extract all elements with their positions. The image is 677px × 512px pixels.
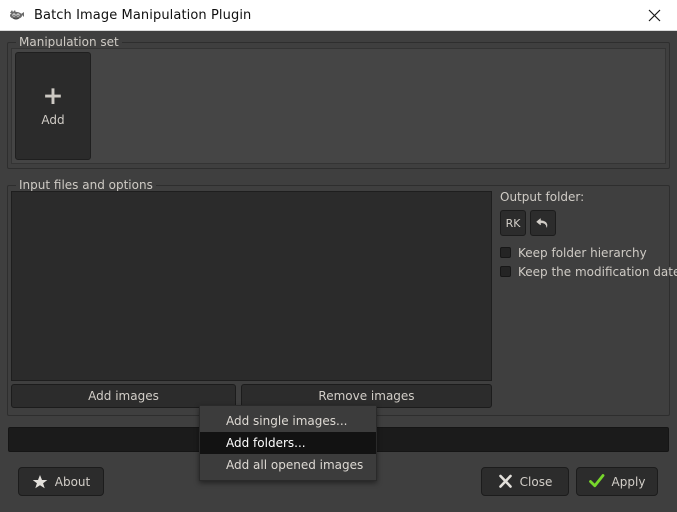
add-manipulation-tile[interactable]: + Add [15, 52, 91, 160]
manipulation-set-title: Manipulation set [16, 35, 122, 49]
output-folder-reset-button[interactable] [530, 210, 556, 236]
bimp-dialog: Batch Image Manipulation Plugin Manipula… [0, 0, 677, 512]
close-label: Close [519, 474, 553, 489]
apply-button[interactable]: Apply [576, 467, 658, 496]
menu-item-add-all-opened-images[interactable]: Add all opened images [200, 454, 376, 476]
star-icon [32, 474, 48, 488]
input-files-group: Input files and options Add images Remov… [7, 178, 677, 416]
input-files-title: Input files and options [16, 178, 156, 192]
output-folder-buttons: RK [500, 210, 667, 236]
add-manipulation-label: Add [41, 113, 65, 127]
output-folder-label: Output folder: [500, 190, 585, 204]
undo-arrow-icon [536, 218, 548, 228]
menu-item-add-single-images[interactable]: Add single images... [200, 410, 376, 432]
about-button[interactable]: About [18, 467, 104, 496]
window-title: Batch Image Manipulation Plugin [34, 7, 252, 23]
close-button[interactable]: Close [481, 467, 569, 496]
menu-item-add-folders[interactable]: Add folders... [200, 432, 376, 454]
manipulation-set-list[interactable]: + Add [11, 48, 666, 164]
about-label: About [54, 474, 91, 489]
apply-label: Apply [611, 474, 646, 489]
keep-folder-hierarchy-checkbox[interactable]: Keep folder hierarchy [500, 243, 667, 262]
input-files-list[interactable] [11, 191, 492, 381]
x-icon [498, 474, 512, 488]
check-icon [588, 474, 604, 488]
checkbox-box [500, 266, 511, 277]
keep-modification-dates-label: Keep the modification dates [518, 264, 677, 279]
keep-folder-hierarchy-label: Keep folder hierarchy [518, 245, 647, 260]
add-images-context-menu: Add single images... Add folders... Add … [199, 405, 377, 481]
keep-modification-dates-checkbox[interactable]: Keep the modification dates [500, 262, 677, 281]
output-folder-path-button[interactable]: RK [500, 210, 526, 236]
title-bar: Batch Image Manipulation Plugin [0, 0, 677, 31]
wilber-icon [10, 10, 24, 20]
manipulation-set-group: Manipulation set + Add [7, 35, 670, 169]
close-window-button[interactable] [631, 0, 677, 30]
plus-icon: + [42, 81, 64, 110]
checkbox-box [500, 247, 511, 258]
output-folder-panel: Output folder: RK Keep folder hierarchy … [500, 190, 677, 281]
close-icon [648, 9, 660, 21]
